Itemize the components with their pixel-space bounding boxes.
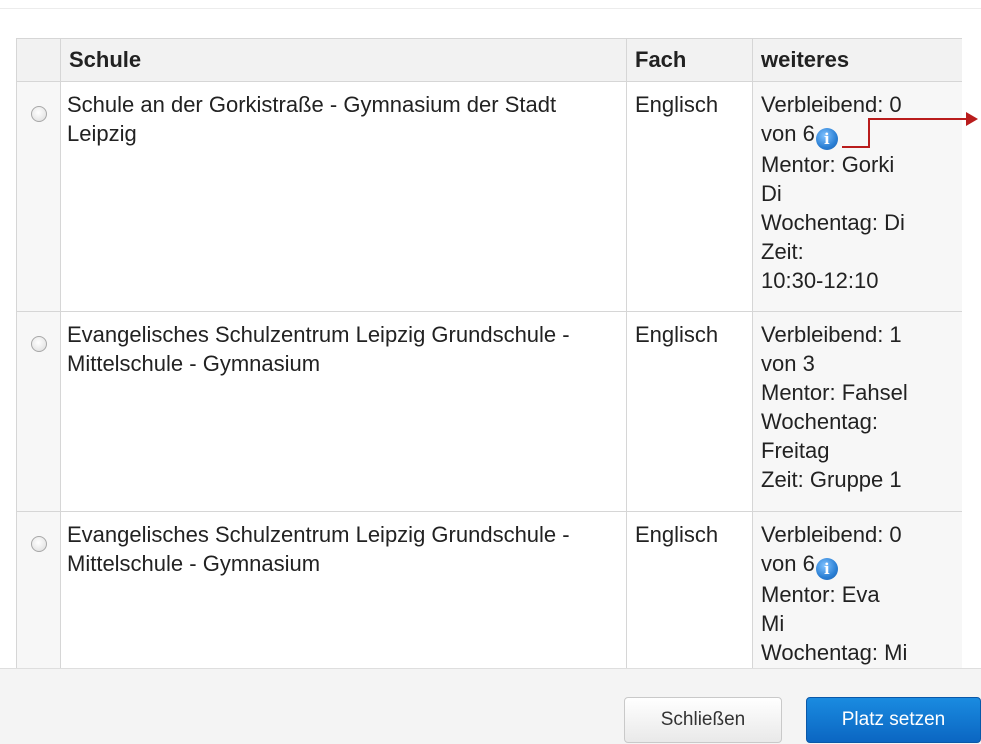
remaining-total: von 3 bbox=[761, 351, 815, 376]
school-table: Schule Fach weiteres Schule an der Gorki… bbox=[16, 38, 962, 668]
info-icon[interactable]: i bbox=[815, 558, 838, 580]
school-table-container[interactable]: Schule Fach weiteres Schule an der Gorki… bbox=[16, 38, 962, 668]
mentor-line: Mentor: Eva bbox=[761, 582, 880, 607]
close-button[interactable]: Schließen bbox=[624, 697, 782, 743]
table-row[interactable]: Evangelisches Schulzentrum Leipzig Grund… bbox=[16, 311, 962, 512]
info-cell: Verbleibend: 1 von 3 Mentor: Fahsel Woch… bbox=[752, 311, 962, 512]
table-row[interactable]: Evangelisches Schulzentrum Leipzig Grund… bbox=[16, 511, 962, 668]
time-line-2: 10:30-12:10 bbox=[761, 268, 879, 293]
row-select-cell bbox=[16, 311, 61, 512]
table-header-row: Schule Fach weiteres bbox=[16, 38, 962, 82]
annotation-arrow-head-icon bbox=[966, 112, 978, 126]
time-line: Zeit: bbox=[761, 239, 804, 264]
mentor-line: Mentor: Fahsel bbox=[761, 380, 908, 405]
mentor-line-2: Mi bbox=[761, 611, 785, 636]
info-icon[interactable]: i bbox=[815, 128, 838, 150]
remaining-total: von 6 bbox=[761, 551, 815, 576]
school-column-header: Schule bbox=[60, 38, 627, 82]
remaining-line: Verbleibend: 0 bbox=[761, 522, 902, 547]
row-radio[interactable] bbox=[30, 536, 47, 552]
school-name: Evangelisches Schulzentrum Leipzig Grund… bbox=[60, 311, 627, 512]
remaining-line: Verbleibend: 1 bbox=[761, 322, 902, 347]
more-column-header: weiteres bbox=[752, 38, 962, 82]
weekday-line: Wochentag: Mi bbox=[761, 640, 908, 665]
row-select-cell bbox=[16, 511, 61, 668]
set-place-button[interactable]: Platz setzen bbox=[806, 697, 981, 743]
dialog-footer: Schließen Platz setzen bbox=[0, 668, 981, 744]
info-cell: Verbleibend: 0 von 6i Mentor: Eva Mi Woc… bbox=[752, 511, 962, 668]
time-line: Zeit: Gruppe 1 bbox=[761, 467, 902, 492]
mentor-line-2: Di bbox=[761, 181, 782, 206]
annotation-arrow-stem bbox=[842, 146, 870, 148]
annotation-arrow-line bbox=[868, 118, 968, 120]
weekday-line: Wochentag: bbox=[761, 409, 879, 434]
school-name: Schule an der Gorkistraße - Gymnasium de… bbox=[60, 81, 627, 312]
weekday-line: Wochentag: Di bbox=[761, 210, 905, 235]
remaining-total: von 6 bbox=[761, 121, 815, 146]
mentor-line: Mentor: Gorki bbox=[761, 152, 895, 177]
row-radio[interactable] bbox=[30, 336, 47, 352]
table-row[interactable]: Schule an der Gorkistraße - Gymnasium de… bbox=[16, 81, 962, 312]
row-select-cell bbox=[16, 81, 61, 312]
remaining-line: Verbleibend: 0 bbox=[761, 92, 902, 117]
select-column-header bbox=[16, 38, 61, 82]
school-name: Evangelisches Schulzentrum Leipzig Grund… bbox=[60, 511, 627, 668]
weekday-line-2: Freitag bbox=[761, 438, 830, 463]
annotation-arrow-riser bbox=[868, 118, 870, 146]
subject: Englisch bbox=[626, 511, 753, 668]
remaining-of-line: von 6i bbox=[761, 549, 954, 580]
subject-column-header: Fach bbox=[626, 38, 753, 82]
subject: Englisch bbox=[626, 311, 753, 512]
dialog-top-edge bbox=[0, 0, 981, 9]
subject: Englisch bbox=[626, 81, 753, 312]
info-cell: Verbleibend: 0 von 6i Mentor: Gorki Di W… bbox=[752, 81, 962, 312]
row-radio[interactable] bbox=[30, 106, 47, 122]
